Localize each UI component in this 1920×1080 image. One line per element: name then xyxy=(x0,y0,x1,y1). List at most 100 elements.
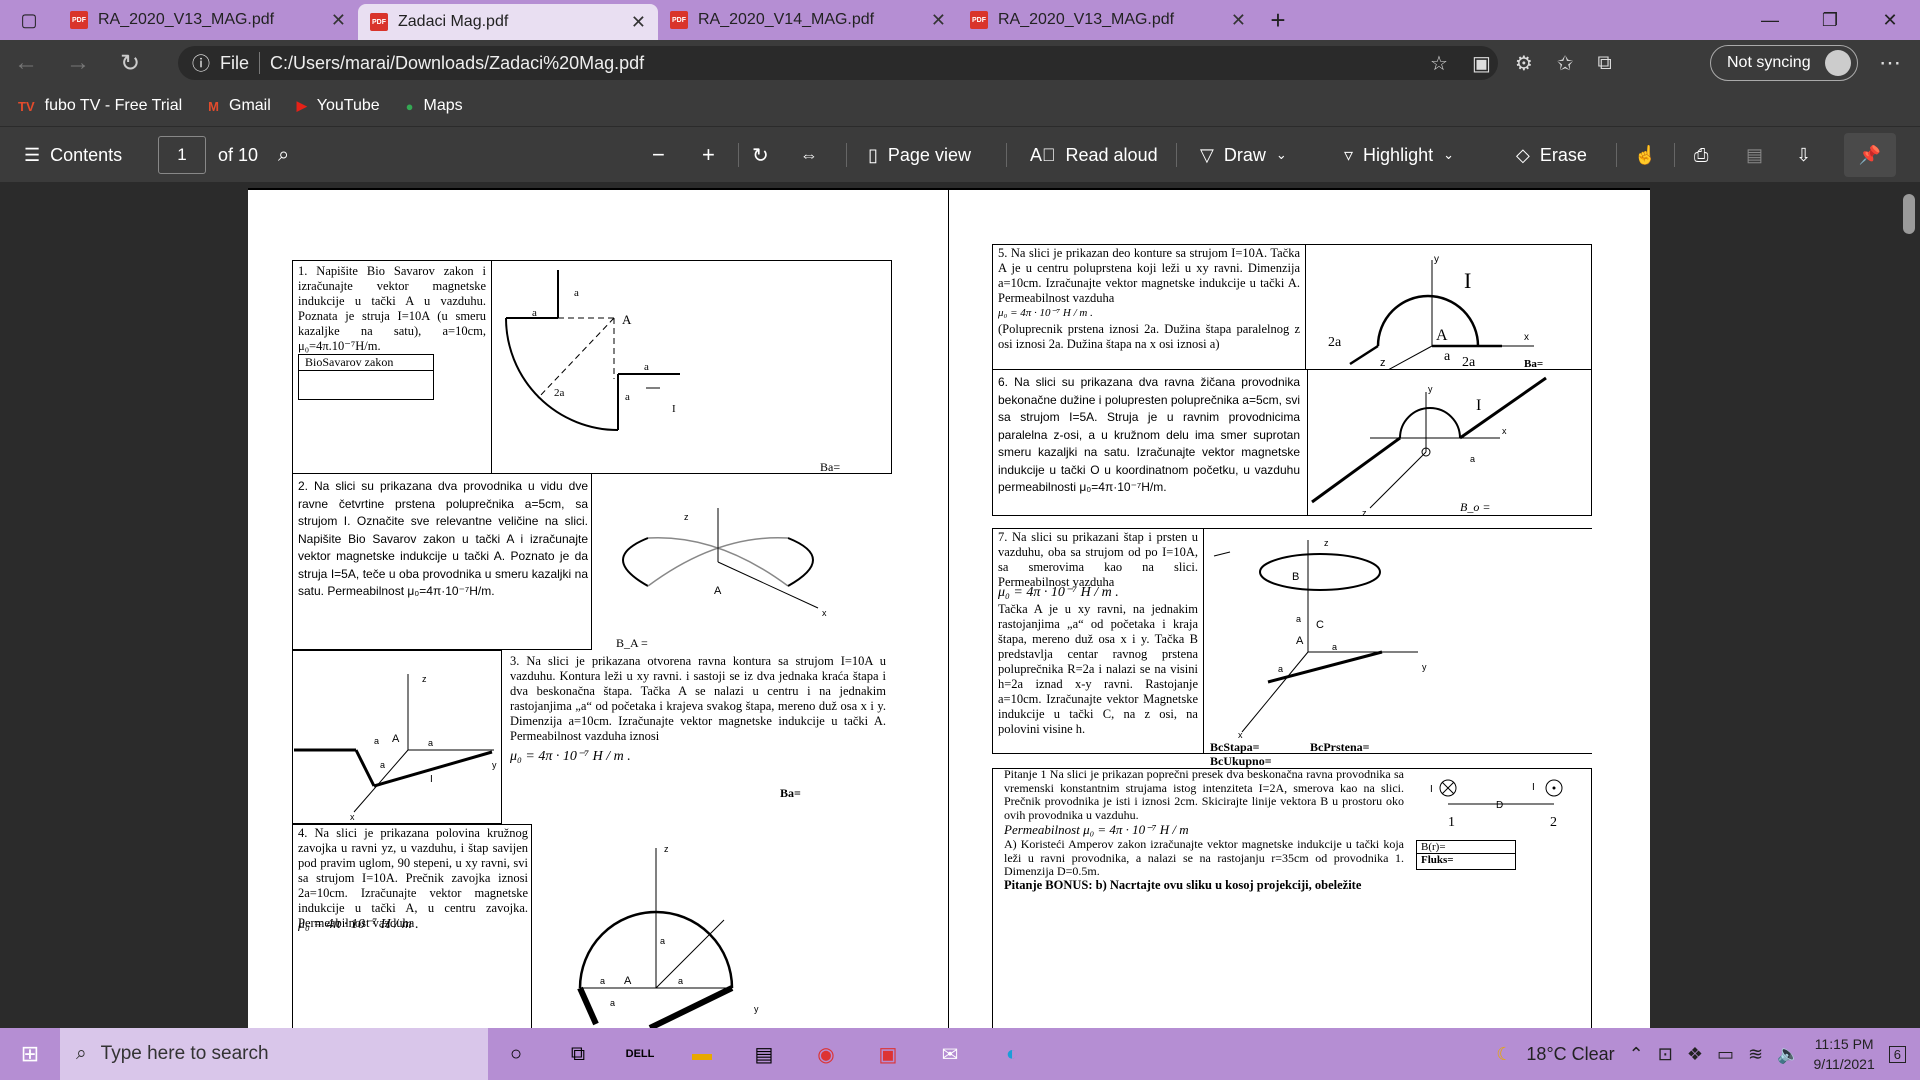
pdf-viewer[interactable]: 1. Napišite Bio Savarov zakon i izračuna… xyxy=(0,182,1920,1028)
pdf-icon: PDF xyxy=(970,11,988,29)
minimize-icon[interactable]: — xyxy=(1740,0,1800,40)
page-number-input[interactable]: 1 xyxy=(158,136,206,174)
office-icon[interactable]: ▣ xyxy=(872,1038,904,1070)
add-favorite-icon[interactable]: ☆ xyxy=(1430,51,1448,76)
problem-6-figure: y I x a z xyxy=(1311,376,1547,516)
close-tab-icon[interactable]: ✕ xyxy=(631,12,646,33)
page-view-button[interactable]: ▯ Page view xyxy=(868,127,971,183)
save-icon[interactable]: ▤ xyxy=(1746,127,1763,183)
tab-actions-icon[interactable]: ▢ xyxy=(0,0,58,40)
tab-0[interactable]: PDF RA_2020_V13_MAG.pdf ✕ xyxy=(58,0,358,40)
chrome-icon[interactable]: ◉ xyxy=(810,1038,842,1070)
bookmark-youtube[interactable]: ▶ YouTube xyxy=(297,97,380,115)
svg-text:a: a xyxy=(1470,454,1475,464)
svg-text:y: y xyxy=(1422,662,1427,672)
close-tab-icon[interactable]: ✕ xyxy=(331,10,346,31)
svg-text:z: z xyxy=(422,674,427,684)
chevron-down-icon[interactable]: ⌄ xyxy=(1276,147,1287,163)
vertical-scrollbar[interactable] xyxy=(1898,182,1920,1028)
search-icon[interactable]: ⌕ xyxy=(278,127,289,183)
bookmark-maps[interactable]: ● Maps xyxy=(406,97,463,115)
volume-icon[interactable]: 🔈 xyxy=(1777,1044,1799,1065)
tab-1[interactable]: PDF Zadaci Mag.pdf ✕ xyxy=(358,4,658,40)
more-icon[interactable]: ⋯ xyxy=(1870,40,1910,86)
dell-icon[interactable]: DELL xyxy=(624,1038,656,1070)
tray-app-icon[interactable]: ⊡ xyxy=(1658,1044,1673,1065)
svg-text:A: A xyxy=(1436,327,1448,344)
draw-button[interactable]: ▽ Draw ⌄ xyxy=(1200,127,1287,183)
zoom-in-icon[interactable]: + xyxy=(702,127,715,183)
dropbox-icon[interactable]: ❖ xyxy=(1687,1044,1703,1065)
profile-button[interactable]: Not syncing xyxy=(1710,45,1858,81)
page-view-icon: ▯ xyxy=(868,144,878,165)
bookmark-label: Gmail xyxy=(229,97,271,114)
page-top-rule xyxy=(248,188,1650,190)
clock-time: 11:15 PM xyxy=(1814,1036,1874,1052)
extensions-icon[interactable]: ⚙ xyxy=(1515,51,1533,76)
taskbar-search[interactable]: ⌕ Type here to search xyxy=(60,1028,488,1080)
forward-icon[interactable]: → xyxy=(52,49,104,77)
mail-icon[interactable]: ✉ xyxy=(934,1038,966,1070)
question-1-a: A) Koristeći Amperov zakon izračunajte v… xyxy=(1004,837,1404,878)
wifi-icon[interactable]: ≋ xyxy=(1748,1044,1763,1065)
highlight-button[interactable]: ▿ Highlight ⌄ xyxy=(1344,127,1454,183)
notification-count[interactable]: 6 xyxy=(1888,1045,1906,1063)
touch-icon[interactable]: ☝ xyxy=(1634,127,1656,183)
scrollbar-thumb[interactable] xyxy=(1903,194,1915,234)
svg-text:A: A xyxy=(622,312,632,327)
favorites-icon[interactable]: ✩ xyxy=(1557,51,1574,76)
address-bar[interactable]: ⓘ File C:/Users/marai/Downloads/Zadaci%2… xyxy=(178,46,1498,80)
erase-button[interactable]: ◇ Erase xyxy=(1516,127,1587,183)
tab-3[interactable]: PDF RA_2020_V13_MAG.pdf ✕ xyxy=(958,0,1258,40)
pin-toolbar-icon[interactable]: 📌 xyxy=(1844,133,1896,177)
info-icon[interactable]: ⓘ xyxy=(192,50,210,76)
edge-icon[interactable]: ◐ xyxy=(996,1038,1028,1070)
svg-text:B: B xyxy=(1292,571,1299,583)
divider xyxy=(1616,143,1617,167)
svg-text:y: y xyxy=(754,1004,759,1014)
svg-text:a: a xyxy=(374,736,379,746)
close-tab-icon[interactable]: ✕ xyxy=(1231,10,1246,31)
app-icon[interactable]: ▤ xyxy=(748,1038,780,1070)
problem-2-figure: z A x xyxy=(622,508,827,618)
task-view-icon[interactable]: ⧉ xyxy=(562,1038,594,1070)
tab-title: RA_2020_V14_MAG.pdf xyxy=(698,11,875,28)
windows-start-icon[interactable]: ⊞ xyxy=(0,1041,60,1067)
restore-icon[interactable]: ❐ xyxy=(1800,0,1860,40)
battery-icon[interactable]: ▭ xyxy=(1717,1044,1734,1065)
file-explorer-icon[interactable]: ▬ xyxy=(686,1038,718,1070)
sync-label: Not syncing xyxy=(1727,54,1811,71)
clock[interactable]: 11:15 PM 9/11/2021 xyxy=(1814,1034,1875,1074)
eraser-icon: ◇ xyxy=(1516,144,1530,165)
extension-icon[interactable]: ▣ xyxy=(1472,51,1491,76)
svg-text:a: a xyxy=(380,760,385,770)
weather-text[interactable]: 18°C Clear xyxy=(1526,1044,1614,1065)
rotate-icon[interactable]: ↻ xyxy=(752,127,769,183)
bookmark-label: YouTube xyxy=(316,97,380,114)
contents-button[interactable]: ☰ Contents xyxy=(24,127,122,183)
svg-text:D: D xyxy=(1496,800,1503,811)
close-window-icon[interactable]: ✕ xyxy=(1860,0,1920,40)
bookmark-gmail[interactable]: M Gmail xyxy=(208,97,271,115)
cortana-icon[interactable]: ○ xyxy=(500,1038,532,1070)
chevron-down-icon[interactable]: ⌄ xyxy=(1443,147,1454,163)
divider xyxy=(846,143,847,167)
save-as-icon[interactable]: ⇩ xyxy=(1796,127,1811,183)
close-tab-icon[interactable]: ✕ xyxy=(931,10,946,31)
maps-icon: ● xyxy=(405,98,414,114)
tab-2[interactable]: PDF RA_2020_V14_MAG.pdf ✕ xyxy=(658,0,958,40)
fit-page-icon[interactable]: ⇔ xyxy=(800,127,818,183)
chevron-up-icon[interactable]: ⌃ xyxy=(1629,1044,1644,1065)
read-aloud-button[interactable]: A᪲ Read aloud xyxy=(1030,127,1158,183)
back-icon[interactable]: ← xyxy=(0,49,52,77)
new-tab-button[interactable]: + xyxy=(1258,0,1298,40)
url-text[interactable]: C:/Users/marai/Downloads/Zadaci%20Mag.pd… xyxy=(270,53,644,74)
problem-5-figure: y I A x 2a a 2a z xyxy=(1328,254,1534,370)
refresh-icon[interactable]: ↻ xyxy=(104,49,156,78)
collections-icon[interactable]: ⧉ xyxy=(1598,52,1612,75)
svg-text:y: y xyxy=(492,760,497,770)
bookmark-fubo[interactable]: TV fubo TV - Free Trial xyxy=(18,97,182,115)
print-icon[interactable]: ⎙ xyxy=(1694,127,1708,183)
erase-label: Erase xyxy=(1539,144,1587,165)
zoom-out-icon[interactable]: − xyxy=(652,127,665,183)
